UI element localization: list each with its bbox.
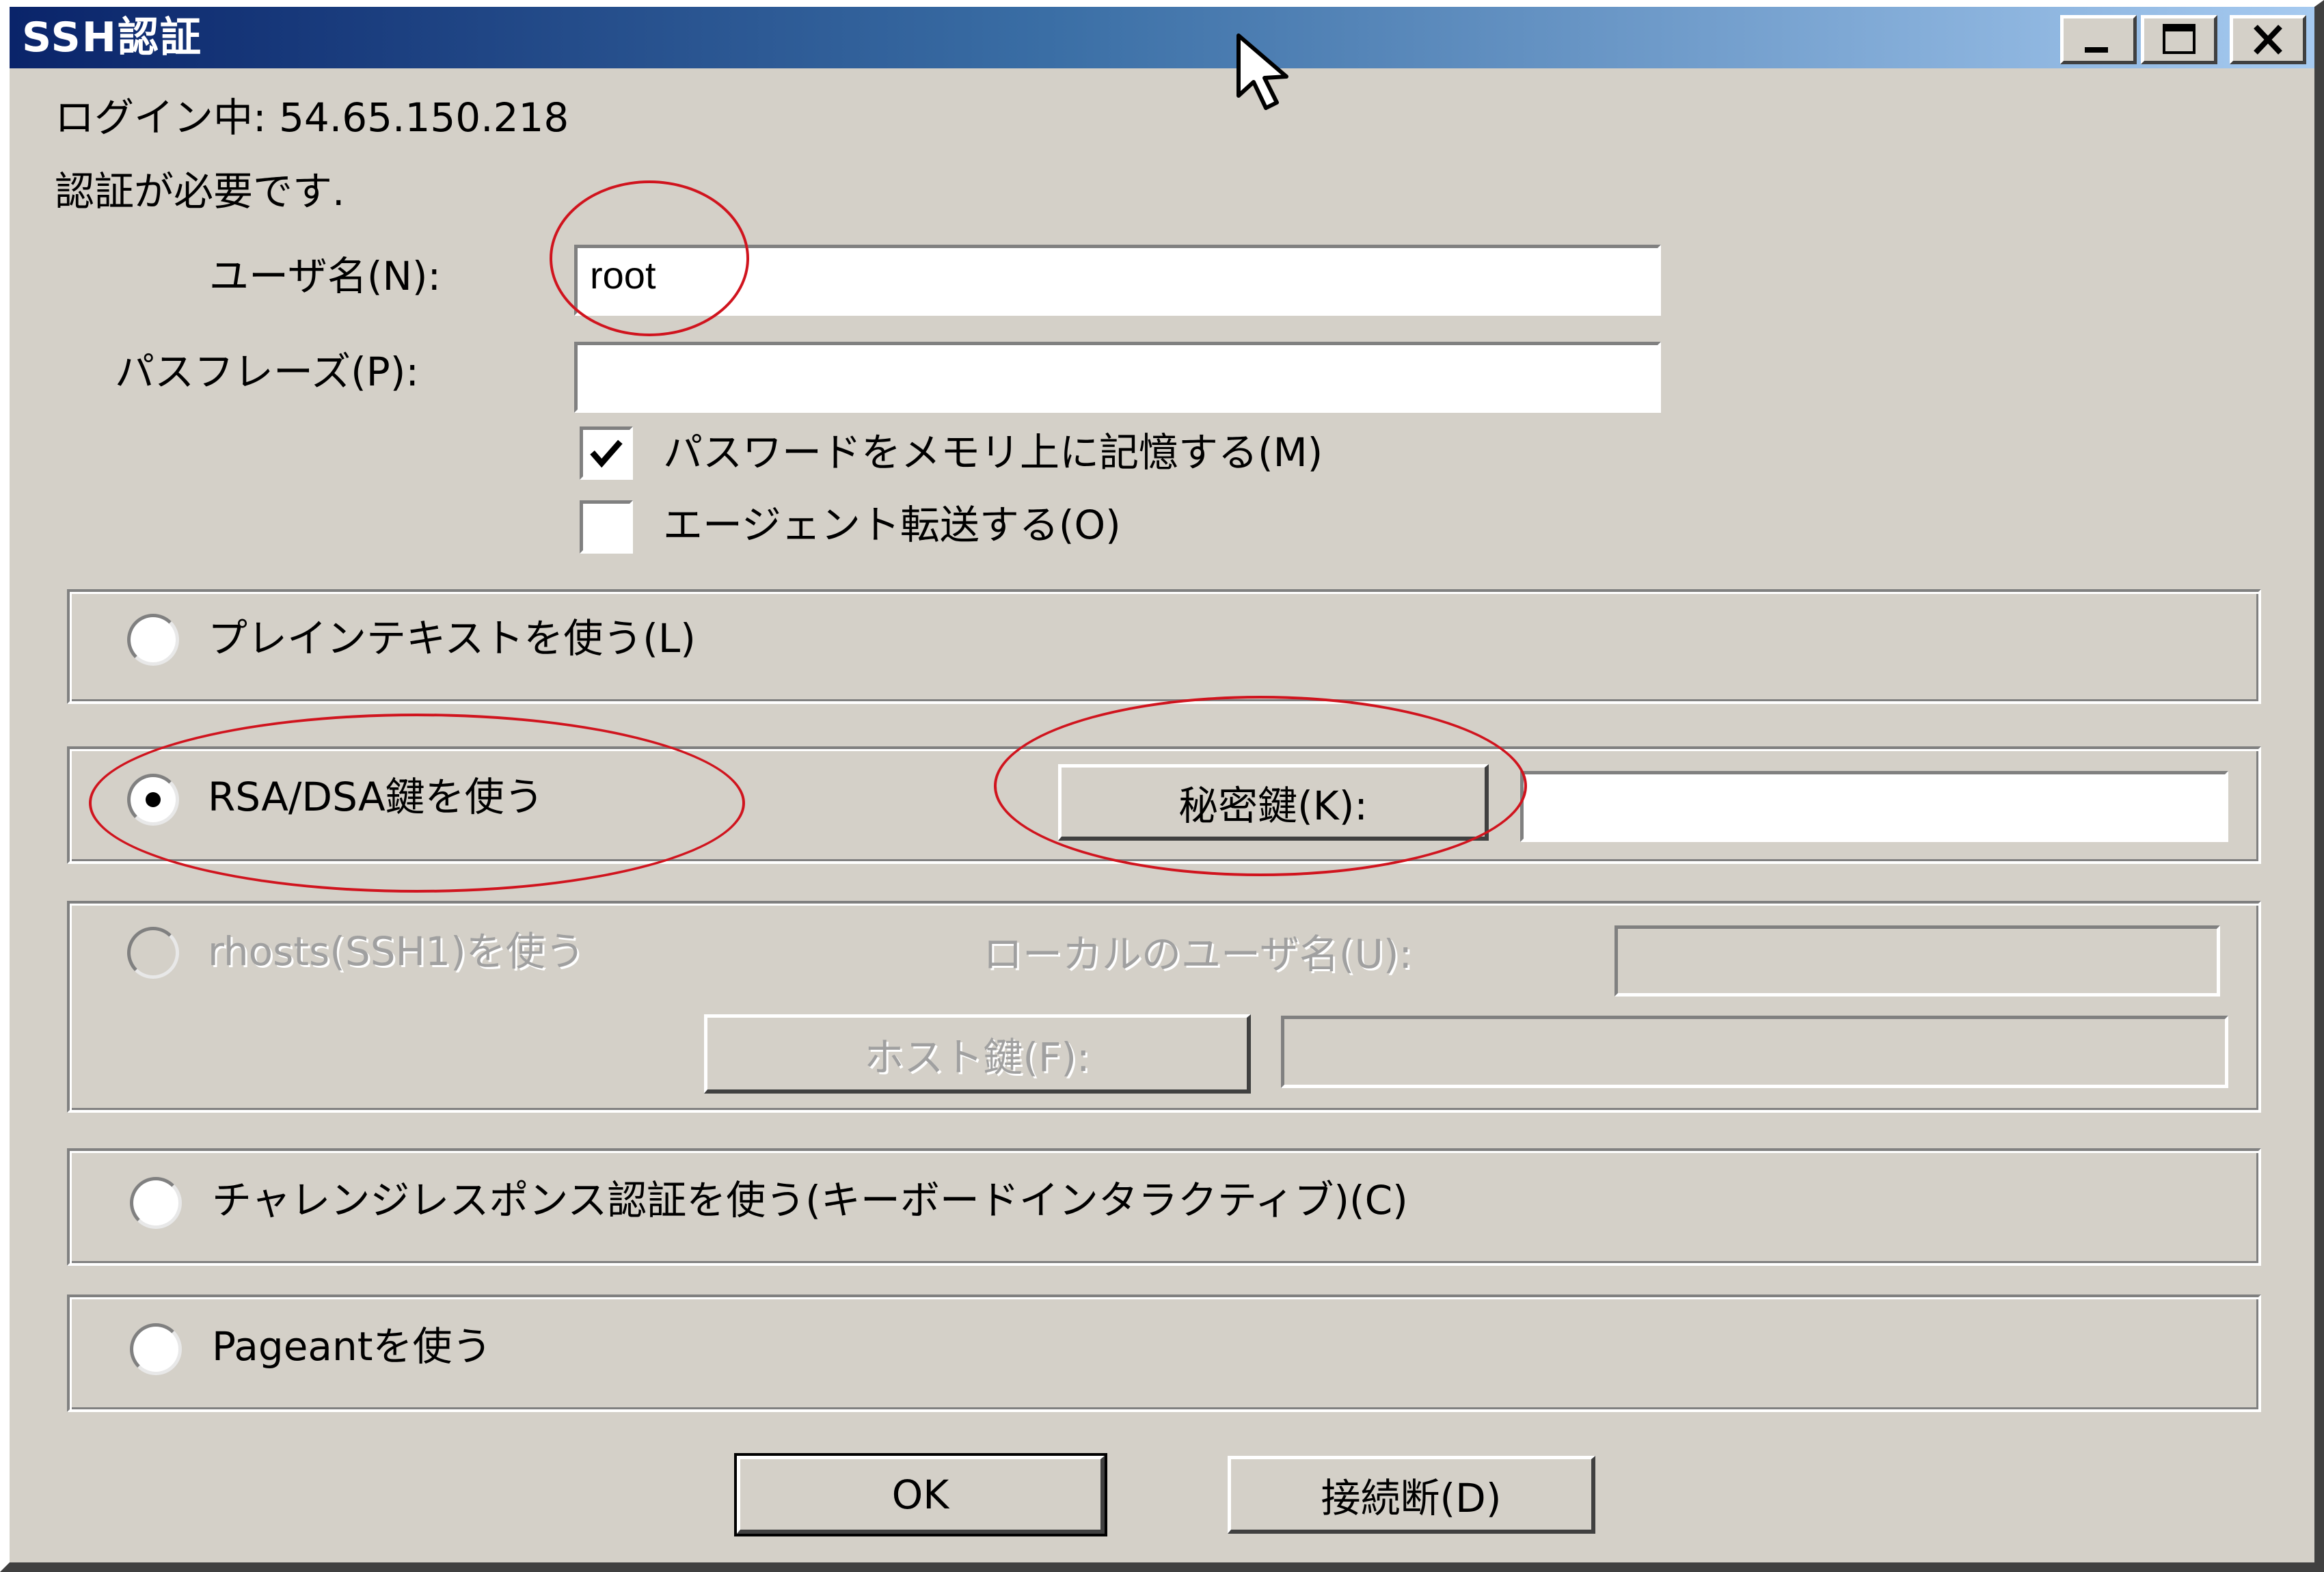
plaintext-radio[interactable] [127, 614, 179, 666]
username-label: ユーザ名(N): [209, 253, 442, 299]
login-status: ログイン中: 54.65.150.218 [55, 94, 569, 141]
remember-password-label[interactable]: パスワードをメモリ上に記憶する(M) [663, 428, 1323, 477]
mouse-pointer-icon [1237, 33, 1288, 110]
annotation-circle-private-key [994, 696, 1527, 876]
agent-forwarding-label[interactable]: エージェント転送する(O) [663, 500, 1121, 550]
agent-forwarding-checkbox[interactable] [580, 500, 633, 554]
close-icon [2254, 25, 2282, 55]
pageant-label[interactable]: Pageantを使う [212, 1322, 491, 1371]
challenge-radio[interactable] [130, 1177, 182, 1229]
annotation-circle-rsa [89, 714, 745, 893]
passphrase-label: パスフレーズ(P): [115, 349, 419, 395]
checkmark-icon [590, 439, 623, 468]
local-username-field[interactable] [1614, 925, 2220, 997]
private-key-field[interactable] [1520, 771, 2228, 842]
title-bar[interactable]: SSH認証 [10, 7, 2314, 68]
maximize-icon [2163, 24, 2195, 54]
auth-required-text: 認証が必要です. [55, 168, 345, 215]
annotation-circle-username [550, 180, 749, 336]
close-button[interactable] [2230, 15, 2306, 64]
plaintext-label[interactable]: プレインテキストを使う(L) [208, 614, 696, 663]
ok-button[interactable]: OK [734, 1453, 1107, 1536]
rhosts-radio[interactable] [127, 927, 179, 979]
ssh-auth-dialog: SSH認証 ログイン中: 54.65.150.218 認証が必要です. ユーザ名… [0, 0, 2324, 1572]
local-username-label: ローカルのユーザ名(U): [983, 931, 1413, 977]
remember-password-checkbox[interactable] [580, 426, 633, 480]
passphrase-field[interactable] [574, 342, 1661, 413]
challenge-label[interactable]: チャレンジレスポンス認証を使う(キーボードインタラクティブ)(C) [212, 1176, 1408, 1225]
host-key-button[interactable]: ホスト鍵(F): [704, 1014, 1251, 1094]
maximize-button[interactable] [2141, 15, 2217, 64]
minimize-button[interactable] [2060, 15, 2137, 64]
rhosts-label: rhosts(SSH1)を使う [208, 928, 585, 975]
host-key-field[interactable] [1281, 1016, 2228, 1088]
minimize-icon [2085, 47, 2108, 53]
pageant-radio[interactable] [130, 1323, 182, 1375]
disconnect-button[interactable]: 接続断(D) [1228, 1456, 1595, 1534]
window-title: SSH認証 [22, 14, 202, 62]
host-key-button-label: ホスト鍵(F): [864, 1033, 1090, 1081]
